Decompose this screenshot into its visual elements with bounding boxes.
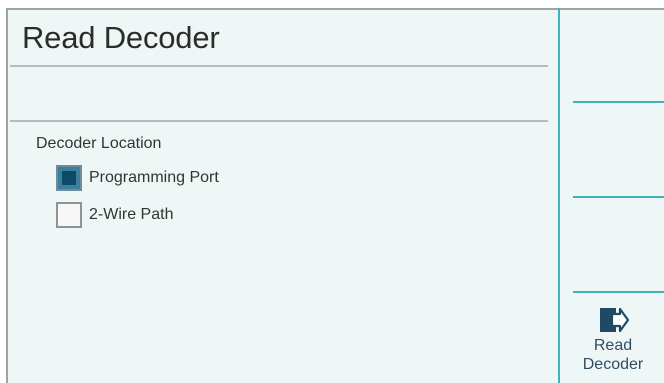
softkey-separator-1 xyxy=(573,101,664,103)
section-divider xyxy=(10,120,548,122)
programming-port-label: Programming Port xyxy=(89,169,219,186)
programming-port-checkbox[interactable] xyxy=(56,165,82,191)
softkey-separator-2 xyxy=(573,196,664,198)
read-decoder-softkey[interactable]: Read Decoder xyxy=(560,300,664,383)
main-panel: Read Decoder Decoder Location Programmin… xyxy=(8,10,556,383)
2-wire-path-checkbox[interactable] xyxy=(56,202,82,228)
enter-arrow-icon xyxy=(600,307,630,333)
controller-screen: Read Decoder Decoder Location Programmin… xyxy=(6,8,664,383)
checkbox-checked-mark xyxy=(62,171,76,185)
title-divider xyxy=(10,65,548,67)
read-decoder-label: Read Decoder xyxy=(582,337,644,373)
page-title: Read Decoder xyxy=(22,20,220,55)
option-programming-port[interactable]: Programming Port xyxy=(56,165,219,191)
2-wire-path-label: 2-Wire Path xyxy=(89,206,174,223)
softkey-separator-3 xyxy=(573,291,664,293)
decoder-location-label: Decoder Location xyxy=(36,135,162,152)
option-2-wire-path[interactable]: 2-Wire Path xyxy=(56,202,173,228)
